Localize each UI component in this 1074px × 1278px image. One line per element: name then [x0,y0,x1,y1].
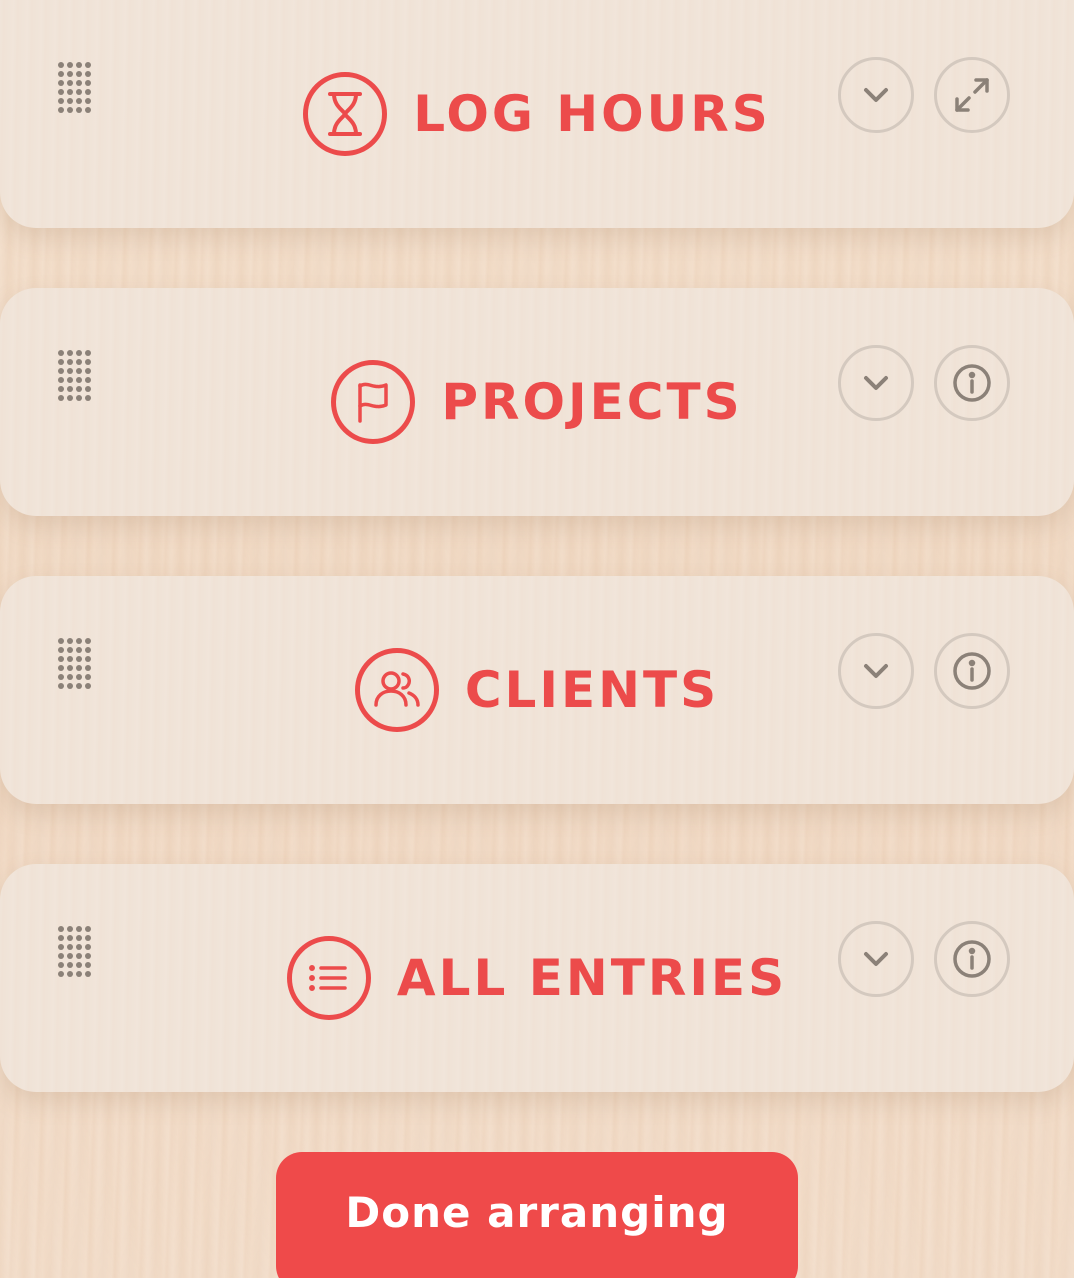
widget-title: ALL ENTRIES [396,949,788,1007]
drag-handle-icon[interactable] [58,350,94,402]
chevron-down-icon [864,88,888,102]
widget-header: CLIENTS [0,644,1074,736]
widget-header: PROJECTS [0,356,1074,448]
widget-title: LOG HOURS [413,85,771,143]
users-icon [354,648,439,732]
collapse-button[interactable] [838,633,914,709]
info-button[interactable] [934,345,1010,421]
drag-handle-icon[interactable] [58,926,94,978]
widget-header: ALL ENTRIES [0,932,1074,1024]
widget-card-clients[interactable]: CLIENTS [0,576,1074,804]
widget-title: CLIENTS [464,661,720,719]
chevron-down-icon [864,952,888,966]
list-icon [286,936,371,1020]
chevron-down-icon [864,664,888,678]
widget-card-all-entries[interactable]: ALL ENTRIES [0,864,1074,1092]
widget-card-projects[interactable]: PROJECTS [0,288,1074,516]
info-button[interactable] [934,921,1010,997]
info-icon [953,652,991,690]
expand-icon [955,78,989,112]
drag-handle-icon[interactable] [58,638,94,690]
flag-icon [331,360,416,444]
widget-card-log-hours[interactable]: LOG HOURS [0,0,1074,228]
widget-header: LOG HOURS [0,68,1074,160]
info-icon [953,940,991,978]
drag-handle-icon[interactable] [58,62,94,114]
chevron-down-icon [864,376,888,390]
collapse-button[interactable] [838,57,914,133]
widget-title: PROJECTS [441,373,743,431]
info-icon [953,364,991,402]
info-button[interactable] [934,633,1010,709]
hourglass-icon [303,72,388,156]
collapse-button[interactable] [838,921,914,997]
collapse-button[interactable] [838,345,914,421]
expand-button[interactable] [934,57,1010,133]
done-arranging-button[interactable]: Done arranging [276,1152,798,1278]
